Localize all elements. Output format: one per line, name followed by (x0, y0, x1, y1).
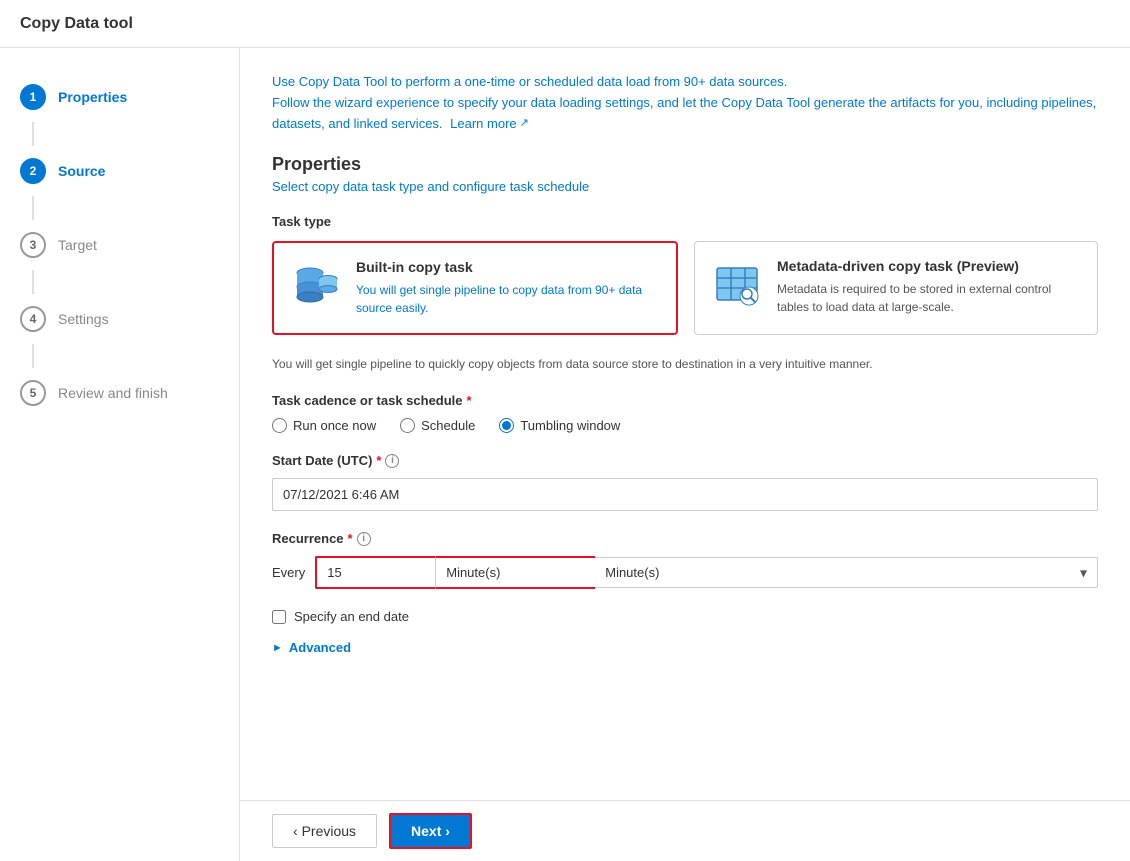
footer: ‹ Previous Next › (240, 800, 1130, 861)
main-layout: 1 Properties 2 Source 3 Target 4 Setting… (0, 48, 1130, 861)
required-indicator: * (467, 393, 472, 408)
step-circle-5: 5 (20, 380, 46, 406)
task-card-builtin[interactable]: Built-in copy task You will get single p… (272, 241, 678, 335)
task-type-row: Built-in copy task You will get single p… (272, 241, 1098, 335)
task-card-metadata[interactable]: Metadata-driven copy task (Preview) Meta… (694, 241, 1098, 335)
recurrence-required: * (348, 531, 353, 546)
step-circle-3: 3 (20, 232, 46, 258)
radio-input-run-once[interactable] (272, 418, 287, 433)
metadata-card-desc: Metadata is required to be stored in ext… (777, 280, 1081, 316)
pipeline-note: You will get single pipeline to quickly … (272, 355, 1098, 373)
recurrence-dropdown[interactable]: Minute(s) Hour(s) Day(s) Week(s) Month(s… (595, 558, 1097, 587)
builtin-card-title: Built-in copy task (356, 259, 660, 275)
step-circle-4: 4 (20, 306, 46, 332)
sidebar-label-settings: Settings (58, 311, 109, 327)
recurrence-info-icon: i (357, 532, 371, 546)
start-date-info-icon: i (385, 454, 399, 468)
next-chevron-icon: › (445, 823, 450, 839)
sidebar: 1 Properties 2 Source 3 Target 4 Setting… (0, 48, 240, 861)
start-date-input[interactable] (272, 478, 1098, 511)
recurrence-dropdown-wrapper: Minute(s) Hour(s) Day(s) Week(s) Month(s… (595, 557, 1098, 588)
task-type-label: Task type (272, 214, 1098, 229)
connector-4-5 (32, 344, 34, 368)
connector-2-3 (32, 196, 34, 220)
intro-line2: Follow the wizard experience to specify … (272, 93, 1098, 135)
sidebar-item-review[interactable]: 5 Review and finish (0, 368, 239, 418)
section-subtitle: Select copy data task type and configure… (272, 179, 1098, 194)
builtin-copy-icon (290, 259, 342, 311)
start-date-label: Start Date (UTC) * i (272, 453, 1098, 468)
sidebar-label-review: Review and finish (58, 385, 168, 401)
content-area: Use Copy Data Tool to perform a one-time… (240, 48, 1130, 861)
step-circle-2: 2 (20, 158, 46, 184)
radio-group-cadence: Run once now Schedule Tumbling window (272, 418, 1098, 433)
previous-button[interactable]: ‹ Previous (272, 814, 377, 848)
every-label: Every (272, 565, 305, 580)
radio-input-schedule[interactable] (400, 418, 415, 433)
sidebar-item-settings[interactable]: 4 Settings (0, 294, 239, 344)
previous-chevron-icon: ‹ (293, 823, 302, 839)
section-title: Properties (272, 154, 1098, 175)
radio-run-once[interactable]: Run once now (272, 418, 376, 433)
radio-tumbling[interactable]: Tumbling window (499, 418, 620, 433)
sidebar-label-source: Source (58, 163, 105, 179)
connector-3-4 (32, 270, 34, 294)
connector-1-2 (32, 122, 34, 146)
step-circle-1: 1 (20, 84, 46, 110)
radio-label-tumbling: Tumbling window (520, 418, 620, 433)
radio-schedule[interactable]: Schedule (400, 418, 475, 433)
intro-text: Use Copy Data Tool to perform a one-time… (272, 72, 1098, 134)
advanced-expand-icon: ► (272, 642, 283, 654)
radio-label-schedule: Schedule (421, 418, 475, 433)
specify-end-date-checkbox[interactable] (272, 610, 286, 624)
advanced-row[interactable]: ► Advanced (272, 640, 1098, 655)
radio-input-tumbling[interactable] (499, 418, 514, 433)
metadata-card-content: Metadata-driven copy task (Preview) Meta… (777, 258, 1081, 316)
builtin-card-content: Built-in copy task You will get single p… (356, 259, 660, 317)
recurrence-number-input[interactable] (315, 556, 435, 589)
metadata-card-title: Metadata-driven copy task (Preview) (777, 258, 1081, 274)
sidebar-label-target: Target (58, 237, 97, 253)
app-title: Copy Data tool (20, 15, 133, 33)
content-scroll: Use Copy Data Tool to perform a one-time… (240, 48, 1130, 800)
sidebar-item-target[interactable]: 3 Target (0, 220, 239, 270)
sidebar-item-properties[interactable]: 1 Properties (0, 72, 239, 122)
app-header: Copy Data tool (0, 0, 1130, 48)
advanced-label: Advanced (289, 640, 351, 655)
sidebar-label-properties: Properties (58, 89, 127, 105)
metadata-icon (711, 258, 763, 310)
intro-line1: Use Copy Data Tool to perform a one-time… (272, 72, 1098, 93)
learn-more-link[interactable]: Learn more ↗ (450, 114, 529, 135)
recurrence-unit-input[interactable] (435, 556, 595, 589)
radio-label-run-once: Run once now (293, 418, 376, 433)
external-link-icon: ↗ (520, 115, 529, 133)
specify-end-date-row: Specify an end date (272, 609, 1098, 624)
task-cadence-label: Task cadence or task schedule * (272, 393, 1098, 408)
start-date-required: * (376, 453, 381, 468)
sidebar-item-source[interactable]: 2 Source (0, 146, 239, 196)
specify-end-date-label: Specify an end date (294, 609, 409, 624)
next-button[interactable]: Next › (389, 813, 472, 849)
recurrence-row: Every Minute(s) Hour(s) Day(s) Week(s) M… (272, 556, 1098, 589)
recurrence-label: Recurrence * i (272, 531, 1098, 546)
builtin-card-desc: You will get single pipeline to copy dat… (356, 281, 660, 317)
